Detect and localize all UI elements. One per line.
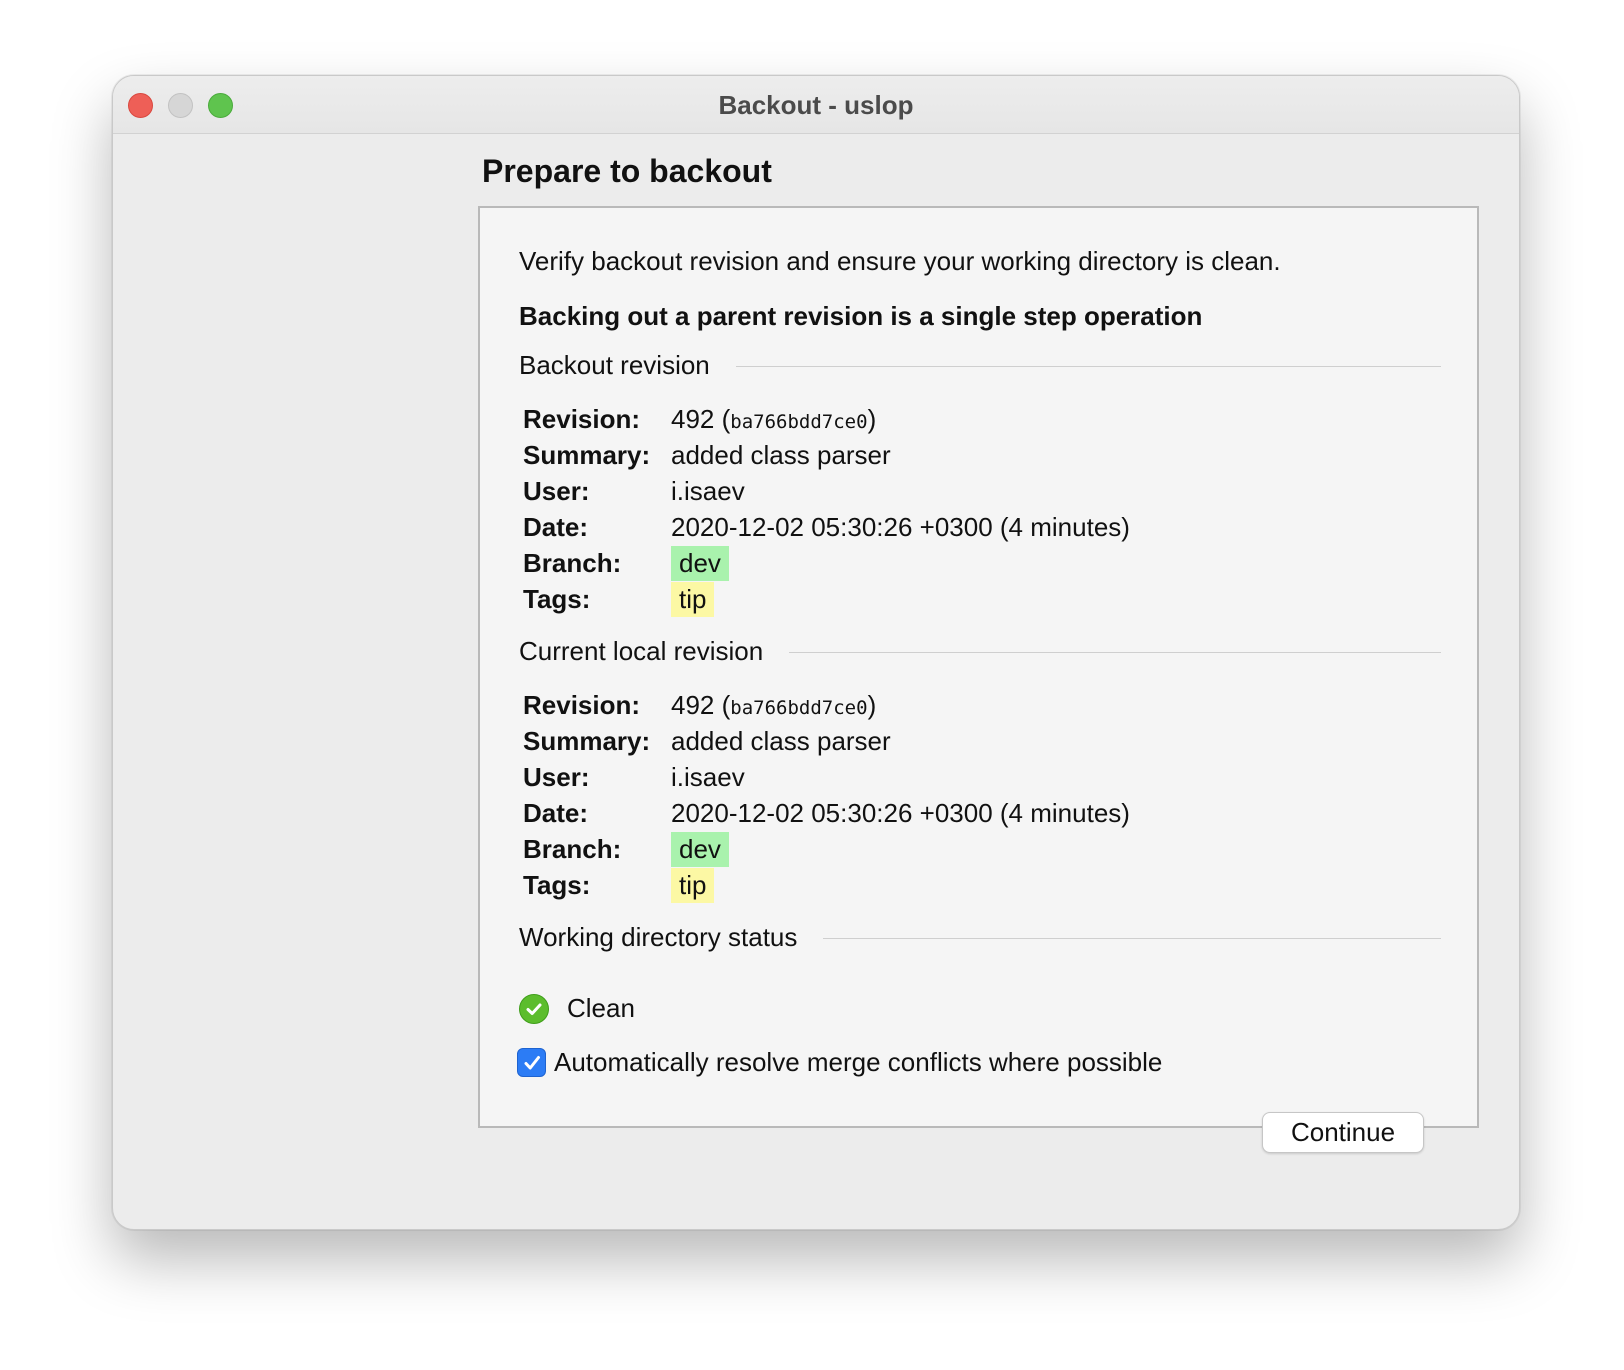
branch-row: Branch: dev	[523, 545, 1130, 581]
revision-label: Revision:	[523, 689, 641, 720]
date-value: 2020-12-02 05:30:26 +0300 (4 minutes)	[671, 797, 1130, 828]
auto-resolve-option[interactable]: Automatically resolve merge conflicts wh…	[517, 1047, 1162, 1078]
user-row: User: i.isaev	[523, 473, 1130, 509]
tags-label: Tags:	[523, 869, 591, 900]
status-text: Clean	[567, 993, 635, 1023]
tags-label: Tags:	[523, 583, 591, 614]
user-label: User:	[523, 761, 590, 792]
group-divider	[789, 652, 1441, 653]
current-revision-group-title: Current local revision	[519, 636, 1441, 667]
operation-note: Backing out a parent revision is a singl…	[519, 301, 1203, 331]
branch-badge: dev	[671, 831, 729, 867]
group-divider	[735, 366, 1441, 367]
backout-revision-group-label: Backout revision	[519, 350, 710, 380]
revision-hash: ba766bdd7ce0	[730, 410, 868, 433]
date-value: 2020-12-02 05:30:26 +0300 (4 minutes)	[671, 511, 1130, 542]
revision-number: 492	[671, 403, 715, 434]
page-title: Prepare to backout	[482, 153, 772, 189]
date-row: Date: 2020-12-02 05:30:26 +0300 (4 minut…	[523, 509, 1130, 545]
auto-resolve-label[interactable]: Automatically resolve merge conflicts wh…	[554, 1047, 1162, 1078]
current-revision-group-label: Current local revision	[519, 636, 764, 666]
revision-number: 492	[671, 689, 715, 720]
current-revision-info: Revision: 492 (ba766bdd7ce0) Summary: ad…	[523, 687, 1130, 903]
date-label: Date:	[523, 797, 589, 828]
summary-value: added class parser	[671, 725, 891, 756]
auto-resolve-checkbox[interactable]	[517, 1048, 546, 1077]
backout-window: Backout - uslop Prepare to backout Verif…	[112, 75, 1520, 1230]
backout-revision-group-title: Backout revision	[519, 350, 1441, 381]
user-value: i.isaev	[671, 475, 745, 506]
summary-value: added class parser	[671, 439, 891, 470]
check-circle-icon	[519, 993, 549, 1024]
user-label: User:	[523, 475, 590, 506]
tag-badge: tip	[671, 581, 715, 617]
tags-row: Tags: tip	[523, 867, 1130, 903]
revision-row: Revision: 492 (ba766bdd7ce0)	[523, 401, 1130, 437]
revision-hash: ba766bdd7ce0	[730, 696, 868, 719]
checkmark-icon	[524, 1055, 540, 1069]
branch-label: Branch:	[523, 547, 622, 578]
date-row: Date: 2020-12-02 05:30:26 +0300 (4 minut…	[523, 795, 1130, 831]
working-directory-group-title: Working directory status	[519, 922, 1441, 953]
summary-label: Summary:	[523, 439, 651, 470]
continue-button[interactable]: Continue	[1262, 1112, 1424, 1153]
title-bar[interactable]: Backout - uslop	[113, 76, 1519, 134]
revision-value[interactable]: 492 (ba766bdd7ce0)	[671, 690, 876, 721]
revision-value[interactable]: 492 (ba766bdd7ce0)	[671, 404, 876, 435]
date-label: Date:	[523, 511, 589, 542]
tag-badge: tip	[671, 867, 715, 903]
branch-row: Branch: dev	[523, 831, 1130, 867]
working-directory-group-label: Working directory status	[519, 922, 798, 952]
user-row: User: i.isaev	[523, 759, 1130, 795]
backout-revision-info: Revision: 492 (ba766bdd7ce0) Summary: ad…	[523, 401, 1130, 617]
group-divider	[823, 938, 1441, 939]
branch-label: Branch:	[523, 833, 622, 864]
revision-row: Revision: 492 (ba766bdd7ce0)	[523, 687, 1130, 723]
revision-label: Revision:	[523, 403, 641, 434]
summary-row: Summary: added class parser	[523, 437, 1130, 473]
tags-row: Tags: tip	[523, 581, 1130, 617]
summary-label: Summary:	[523, 725, 651, 756]
working-directory-status: Clean	[519, 993, 635, 1024]
window-title: Backout - uslop	[718, 90, 914, 120]
intro-text: Verify backout revision and ensure your …	[519, 246, 1281, 276]
user-value: i.isaev	[671, 761, 745, 792]
backout-panel: Verify backout revision and ensure your …	[478, 206, 1479, 1128]
summary-row: Summary: added class parser	[523, 723, 1130, 759]
branch-badge: dev	[671, 545, 729, 581]
